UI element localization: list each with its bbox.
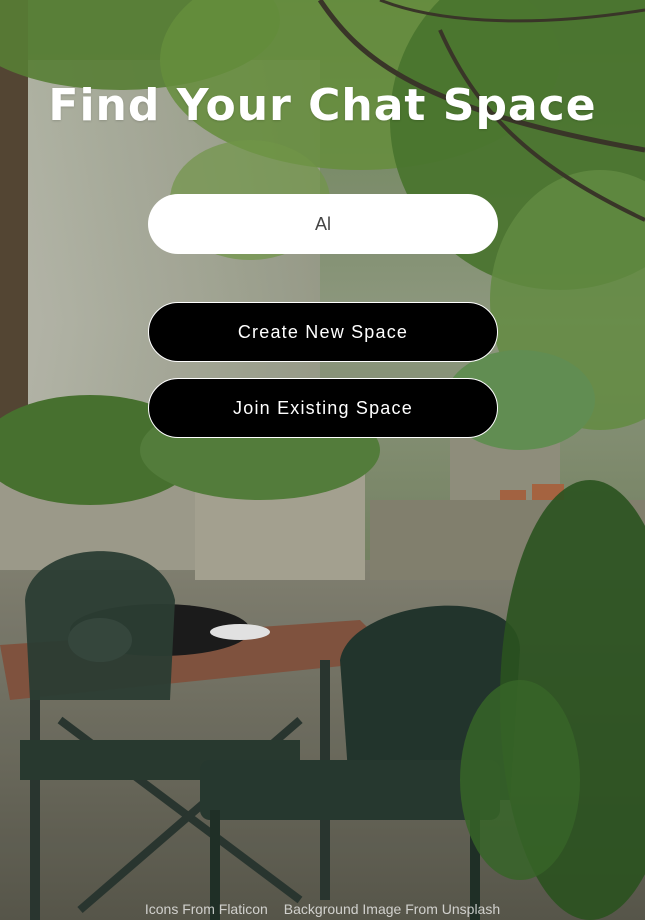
name-input[interactable] [148,194,498,254]
landing-page: Find Your Chat Space Create New Space Jo… [0,0,645,920]
page-title: Find Your Chat Space [48,80,597,131]
create-space-button[interactable]: Create New Space [148,302,498,362]
footer-credits: Icons From Flaticon Background Image Fro… [0,899,645,919]
background-credit-link[interactable]: Background Image From Unsplash [284,899,500,919]
content-layer: Find Your Chat Space Create New Space Jo… [0,0,645,920]
icons-credit-link[interactable]: Icons From Flaticon [145,899,268,919]
join-space-button[interactable]: Join Existing Space [148,378,498,438]
